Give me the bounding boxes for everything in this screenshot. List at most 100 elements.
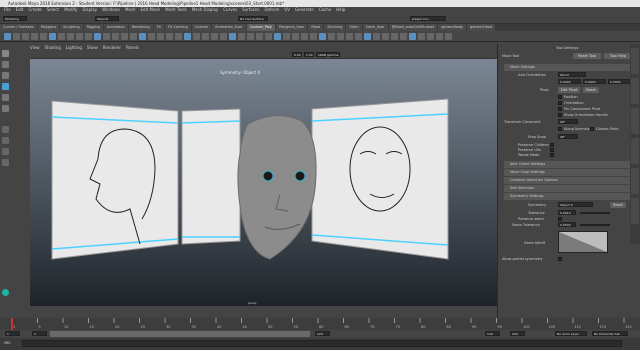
seam-tolerance-slider[interactable] xyxy=(580,224,610,226)
range-start[interactable]: 1 xyxy=(32,331,47,336)
shelf-tool-icon[interactable] xyxy=(139,33,146,40)
scale-tool-icon[interactable] xyxy=(2,105,9,112)
workspace-icon[interactable] xyxy=(2,289,9,296)
panel-menu-view[interactable]: View xyxy=(30,45,40,50)
character-set-dropdown[interactable]: No Character Set xyxy=(592,331,628,336)
shelf-tool-icon[interactable] xyxy=(301,33,308,40)
head-mesh[interactable] xyxy=(237,115,317,260)
menu-item-edit[interactable]: Edit xyxy=(16,7,24,12)
menu-item-select[interactable]: Select xyxy=(47,7,59,12)
menu-item-surfaces[interactable]: Surfaces xyxy=(242,7,259,12)
panel-menu-lighting[interactable]: Lighting xyxy=(66,45,82,50)
shelf-tab[interactable]: Skinning xyxy=(324,24,346,31)
side-tab[interactable] xyxy=(631,78,639,104)
shelf-tool-icon[interactable] xyxy=(112,33,119,40)
anim-layer-dropdown[interactable]: No Anim Layer xyxy=(555,331,587,336)
menu-item-cache[interactable]: Cache xyxy=(319,7,331,12)
coordinate-field[interactable]: 0.0000 xyxy=(558,79,581,84)
rotate-tool-icon[interactable] xyxy=(2,94,9,101)
layout-four-icon[interactable] xyxy=(2,137,9,144)
shelf-tool-icon[interactable] xyxy=(175,33,182,40)
transform-constraint-dropdown[interactable]: Off xyxy=(558,119,578,124)
shelf-tool-icon[interactable] xyxy=(373,33,380,40)
shelf-tab[interactable]: Sculpting xyxy=(60,24,83,31)
shelf-tool-icon[interactable] xyxy=(148,33,155,40)
pivot-checkbox[interactable] xyxy=(558,113,562,117)
outliner-icon[interactable] xyxy=(2,159,9,166)
allow-partial-checkbox[interactable] xyxy=(558,257,562,261)
shelf-tool-icon[interactable] xyxy=(400,33,407,40)
side-tab[interactable] xyxy=(631,168,639,194)
shelf-tab[interactable]: Rtool xyxy=(308,24,324,31)
shelf-tool-icon[interactable] xyxy=(409,33,416,40)
menu-item-modify[interactable]: Modify xyxy=(64,7,77,12)
shelf-tab[interactable]: Curves / Surfaces xyxy=(0,24,37,31)
shelf-tool-icon[interactable] xyxy=(76,33,83,40)
pivot-checkbox[interactable] xyxy=(558,101,562,105)
shelf-tool-icon[interactable] xyxy=(49,33,56,40)
shelf-tool-icon[interactable] xyxy=(418,33,425,40)
gamma-field[interactable]: 1.00 xyxy=(304,52,314,57)
section-header[interactable]: Common Selection Options xyxy=(504,177,634,184)
reset-tool-button[interactable]: Reset Tool xyxy=(573,53,601,59)
symmetry-dropdown[interactable]: Object X xyxy=(558,202,593,207)
menu-item-deform[interactable]: Deform xyxy=(264,7,279,12)
preserve-checkbox[interactable] xyxy=(550,153,554,157)
live-surface[interactable]: No Live Surface xyxy=(238,16,268,21)
menu-item-uv[interactable]: UV xyxy=(284,7,290,12)
preserve-checkbox[interactable] xyxy=(550,143,554,147)
tolerance-slider[interactable] xyxy=(580,212,610,214)
step-snap-dropdown[interactable]: Off xyxy=(558,134,578,139)
shelf-tool-icon[interactable] xyxy=(130,33,137,40)
shelf-tool-icon[interactable] xyxy=(166,33,173,40)
seam-tolerance-field[interactable]: 0.0500 xyxy=(558,222,576,227)
shelf-tool-icon[interactable] xyxy=(67,33,74,40)
shelf-tool-icon[interactable] xyxy=(229,33,236,40)
layout-two-icon[interactable] xyxy=(2,148,9,155)
shelf-tool-icon[interactable] xyxy=(211,33,218,40)
max-frame[interactable]: 200 xyxy=(510,331,525,336)
color-space-dropdown[interactable]: sRGB gamma xyxy=(316,52,340,57)
shelf-tool-icon[interactable] xyxy=(274,33,281,40)
shelf-tool-icon[interactable] xyxy=(121,33,128,40)
axis-orientation-dropdown[interactable]: World xyxy=(558,72,586,77)
shelf-tool-icon[interactable] xyxy=(184,33,191,40)
start-frame[interactable]: 1 xyxy=(5,331,20,336)
perspective-viewport[interactable] xyxy=(30,59,497,306)
shelf-tool-icon[interactable] xyxy=(292,33,299,40)
shelf-tool-icon[interactable] xyxy=(22,33,29,40)
shelf-tool-icon[interactable] xyxy=(445,33,452,40)
shelf-tab[interactable]: genericHead xyxy=(467,24,496,31)
panel-menu-renderer[interactable]: Renderer xyxy=(103,45,121,50)
shelf-tool-icon[interactable] xyxy=(337,33,344,40)
shelf-tool-icon[interactable] xyxy=(283,33,290,40)
layout-single-icon[interactable] xyxy=(2,126,9,133)
section-header[interactable]: Soft Selection xyxy=(504,185,634,192)
shelf-tab[interactable]: Animation xyxy=(103,24,128,31)
shelf-tab[interactable]: Custom_Poly xyxy=(246,24,275,31)
shelf-tool-icon[interactable] xyxy=(436,33,443,40)
closest-point-checkbox[interactable] xyxy=(590,127,594,131)
shelf-tab[interactable]: Rigging xyxy=(83,24,103,31)
symmetry-reset-button[interactable]: Reset xyxy=(610,202,626,208)
range-end[interactable]: 120 xyxy=(315,331,330,336)
pivot-checkbox[interactable] xyxy=(558,107,562,111)
select-tool-icon[interactable] xyxy=(2,50,9,57)
edit-pivot-button[interactable]: Edit Pivot xyxy=(558,87,580,93)
tolerance-field[interactable]: 0.0010 xyxy=(558,210,576,215)
shelf-tool-icon[interactable] xyxy=(382,33,389,40)
shelf-tab[interactable]: FX Caching xyxy=(165,24,191,31)
side-tab[interactable] xyxy=(631,198,639,224)
paint-select-icon[interactable] xyxy=(2,72,9,79)
menu-item-mesh-display[interactable]: Mesh Display xyxy=(192,7,219,12)
coordinate-field[interactable]: 0.0000 xyxy=(608,79,631,84)
preserve-checkbox[interactable] xyxy=(550,148,554,152)
side-tab[interactable] xyxy=(631,138,639,164)
reset-pivot-button[interactable]: Reset xyxy=(583,87,599,93)
panel-menu-shading[interactable]: Shading xyxy=(45,45,61,50)
shelf-tool-icon[interactable] xyxy=(157,33,164,40)
mode-dropdown[interactable]: Modeling xyxy=(3,16,27,21)
shelf-tool-icon[interactable] xyxy=(85,33,92,40)
panel-menu-panels[interactable]: Panels xyxy=(126,45,139,50)
menu-item-create[interactable]: Create xyxy=(28,7,41,12)
